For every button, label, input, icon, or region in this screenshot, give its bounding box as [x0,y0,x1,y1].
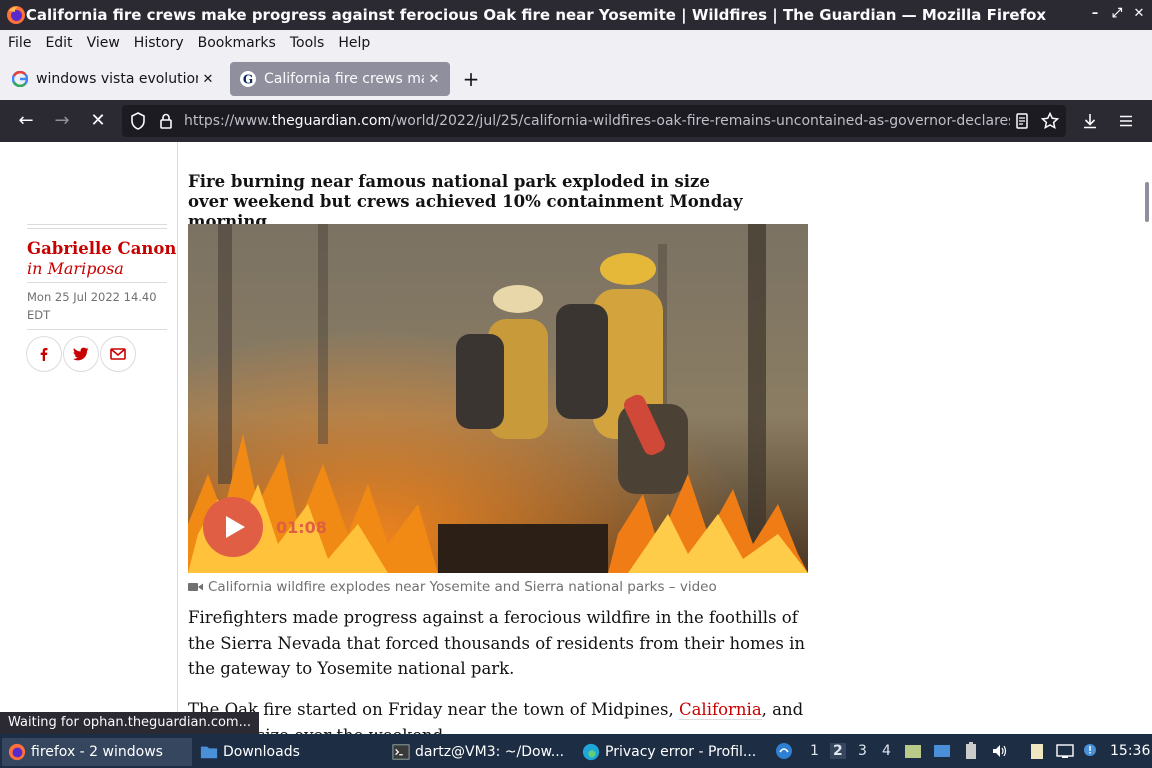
video-duration: 01:08 [276,518,327,537]
taskbar-terminal[interactable]: dartz@VM3: ~/Dow... [386,738,572,766]
terminal-icon [392,744,410,760]
navigation-toolbar: ← → ✕ https://www.theguardian.com/world/… [0,100,1152,142]
workspace-2[interactable]: 2 [830,743,846,759]
notification-icon[interactable] [1082,742,1100,760]
status-bar: Waiting for ophan.theguardian.com... [0,712,259,734]
menu-bar: File Edit View History Bookmarks Tools H… [0,30,1152,56]
menu-help[interactable]: Help [331,35,377,51]
battery-icon[interactable] [962,742,980,760]
url-bar[interactable]: https://www.theguardian.com/world/2022/j… [122,105,1066,137]
google-icon [12,71,28,87]
network-icon[interactable] [1056,742,1074,760]
downloads-icon[interactable] [1080,111,1100,131]
stop-loading-icon[interactable]: ✕ [86,109,110,133]
close-tab-icon[interactable]: ✕ [198,72,218,87]
tab-label: windows vista evolution [36,71,198,87]
folder-icon [200,746,218,759]
divider [27,282,167,283]
hamburger-menu-icon[interactable] [1116,111,1136,131]
tab-windows-vista[interactable]: windows vista evolution ✕ [2,62,224,96]
edge-icon [582,743,600,761]
taskbar-downloads[interactable]: Downloads [194,738,380,766]
divider [27,329,167,330]
scrollbar-thumb[interactable] [1145,182,1149,222]
menu-bookmarks[interactable]: Bookmarks [191,35,283,51]
menu-file[interactable]: File [0,35,38,51]
forward-arrow-icon[interactable]: → [50,109,74,133]
play-icon [226,516,245,538]
guardian-icon: G [240,71,256,87]
email-share-icon[interactable] [100,336,136,372]
california-link[interactable]: California [678,700,762,720]
menu-view[interactable]: View [80,35,127,51]
minimize-button[interactable]: – [1086,5,1104,23]
author-link[interactable]: Gabrielle Canon [27,239,176,258]
article-standfirst: Fire burning near famous national park e… [188,172,743,231]
facebook-share-icon[interactable] [26,336,62,372]
back-arrow-icon[interactable]: ← [14,109,38,133]
menu-edit[interactable]: Edit [38,35,79,51]
taskbar-firefox[interactable]: firefox - 2 windows [2,738,192,766]
divider [27,224,167,225]
bookmark-star-icon[interactable] [1040,111,1060,131]
desktop-icon[interactable] [933,742,951,760]
taskbar-label: Downloads [223,744,300,760]
play-button[interactable] [203,497,263,557]
taskbar: firefox - 2 windows Downloads dartz@VM3:… [0,734,1152,768]
taskbar-label: dartz@VM3: ~/Dow... [415,744,565,760]
tab-bar: windows vista evolution ✕ G California f… [0,56,1152,100]
new-tab-button[interactable]: + [460,68,482,90]
menu-tools[interactable]: Tools [283,35,332,51]
tab-label: California fire crews mak [264,71,424,87]
volume-icon[interactable] [991,742,1009,760]
url-text[interactable]: https://www.theguardian.com/world/2022/j… [184,105,1010,137]
workspace-4[interactable]: 4 [882,743,891,759]
close-window-button[interactable]: ✕ [1130,5,1148,23]
taskbar-label: firefox - 2 windows [31,744,163,760]
firefox-icon [8,743,26,761]
article-paragraph: The Oak fire started on Friday near the … [188,700,804,734]
workspace-3[interactable]: 3 [858,743,867,759]
lock-icon[interactable] [156,111,176,131]
file-manager-icon[interactable] [904,742,922,760]
menu-history[interactable]: History [127,35,191,51]
twitter-share-icon[interactable] [63,336,99,372]
reader-view-icon[interactable] [1012,111,1032,131]
column-divider [177,142,178,734]
tab-guardian[interactable]: G California fire crews mak ✕ [230,62,450,96]
shield-icon[interactable] [128,111,148,131]
taskbar-label: Privacy error - Profil... [605,744,757,760]
svg-text:G: G [243,73,253,87]
clock: 15:36 [1110,743,1151,759]
divider [27,228,167,229]
taskbar-edge[interactable]: Privacy error - Profil... [576,738,766,766]
page-content: Fire burning near famous national park e… [0,142,1152,734]
close-tab-icon[interactable]: ✕ [424,72,444,87]
maximize-button[interactable]: ⤢ [1108,5,1126,23]
workspace-1[interactable]: 1 [810,743,819,759]
app-launcher-icon[interactable] [775,742,793,760]
video-caption: California wildfire explodes near Yosemi… [188,579,717,595]
publish-date: Mon 25 Jul 2022 14.40 EDT [27,290,157,322]
window-title: California fire crews make progress agai… [25,6,1047,24]
window-titlebar[interactable]: California fire crews make progress agai… [0,0,1152,30]
byline-location: in Mariposa [27,259,124,278]
video-player[interactable]: 01:08 [188,224,808,573]
video-camera-icon [188,583,203,591]
article-paragraph: Firefighters made progress against a fer… [188,608,806,678]
clipboard-icon[interactable] [1028,742,1046,760]
